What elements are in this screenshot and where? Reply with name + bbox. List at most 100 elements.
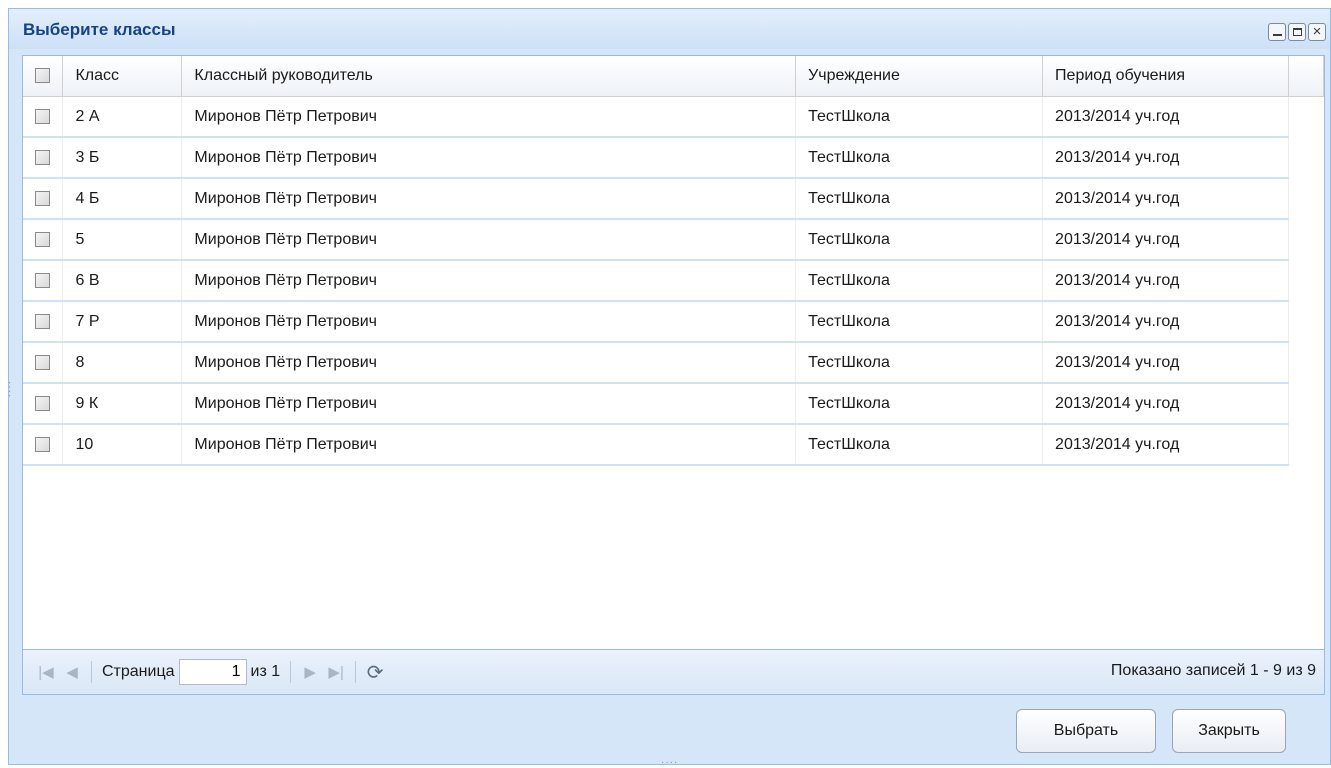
cell-class: 3 Б bbox=[62, 137, 183, 179]
cell-school: ТестШкола bbox=[795, 137, 1044, 179]
classes-grid: Класс Классный руководитель Учреждение П… bbox=[23, 56, 1325, 466]
cell-school: ТестШкола bbox=[795, 260, 1044, 302]
cell-spacer bbox=[1288, 178, 1324, 219]
table-row[interactable]: 6 В Миронов Пётр Петрович ТестШкола 2013/20… bbox=[23, 260, 1324, 302]
refresh-icon[interactable]: ⟳ bbox=[362, 660, 388, 685]
table-row[interactable]: 2 А Миронов Пётр Петрович ТестШкола 2013/20… bbox=[23, 96, 1324, 138]
row-checkbox[interactable] bbox=[35, 354, 51, 370]
cell-teacher: Миронов Пётр Петрович bbox=[181, 383, 797, 425]
cell-period: 2013/2014 уч.год bbox=[1042, 96, 1289, 138]
cell-period: 2013/2014 уч.год bbox=[1042, 260, 1289, 302]
cell-school: ТестШкола bbox=[795, 219, 1044, 261]
cell-period: 2013/2014 уч.год bbox=[1042, 137, 1289, 179]
cell-spacer bbox=[1288, 342, 1324, 383]
cell-spacer bbox=[1288, 424, 1324, 465]
column-header-teacher[interactable]: Классный руководитель bbox=[181, 56, 797, 97]
cell-spacer bbox=[1288, 137, 1324, 178]
row-checkbox[interactable] bbox=[35, 108, 51, 124]
window-tools: × bbox=[1268, 23, 1326, 41]
row-checkbox-cell[interactable] bbox=[23, 178, 64, 220]
table-row[interactable]: 10 Миронов Пётр Петрович ТестШкола 2013/201… bbox=[23, 424, 1324, 466]
cell-period: 2013/2014 уч.год bbox=[1042, 301, 1289, 343]
cell-school: ТестШкола bbox=[795, 342, 1044, 384]
cell-period: 2013/2014 уч.год bbox=[1042, 383, 1289, 425]
resize-handle-bottom[interactable]: ···· bbox=[661, 758, 678, 768]
cell-period: 2013/2014 уч.год bbox=[1042, 342, 1289, 384]
cell-class: 9 К bbox=[62, 383, 183, 425]
row-checkbox-cell[interactable] bbox=[23, 137, 64, 179]
row-checkbox-cell[interactable] bbox=[23, 301, 64, 343]
column-header-period[interactable]: Период обучения bbox=[1042, 56, 1289, 97]
window-title: Выберите классы bbox=[23, 20, 176, 39]
classes-grid-panel: Класс Классный руководитель Учреждение П… bbox=[22, 55, 1325, 695]
column-header-class[interactable]: Класс bbox=[62, 56, 183, 97]
table-row[interactable]: 4 Б Миронов Пётр Петрович ТестШкола 2013/20… bbox=[23, 178, 1324, 220]
cell-class: 5 bbox=[62, 219, 183, 261]
row-checkbox-cell[interactable] bbox=[23, 219, 64, 261]
cell-school: ТестШкола bbox=[795, 96, 1044, 138]
cell-teacher: Миронов Пётр Петрович bbox=[181, 342, 797, 384]
column-header-school[interactable]: Учреждение bbox=[795, 56, 1044, 97]
toolbar-separator bbox=[290, 661, 292, 683]
cell-teacher: Миронов Пётр Петрович bbox=[181, 219, 797, 261]
paging-toolbar: |◀ ◀ Страница из 1 ▶ ▶| ⟳ Показано запис… bbox=[23, 649, 1324, 694]
cell-teacher: Миронов Пётр Петрович bbox=[181, 424, 797, 466]
cell-school: ТестШкола bbox=[795, 424, 1044, 466]
window-titlebar[interactable]: Выберите классы × bbox=[9, 9, 1330, 49]
cell-spacer bbox=[1288, 260, 1324, 301]
records-count: Показано записей 1 - 9 из 9 bbox=[1110, 662, 1316, 679]
cell-teacher: Миронов Пётр Петрович bbox=[181, 260, 797, 302]
close-button[interactable]: Закрыть bbox=[1172, 709, 1286, 753]
table-row[interactable]: 3 Б Миронов Пётр Петрович ТестШкола 2013/20… bbox=[23, 137, 1324, 179]
row-checkbox[interactable] bbox=[35, 190, 51, 206]
select-classes-window: ···· ···· ···· Выберите классы × Класс К… bbox=[4, 6, 1331, 768]
page-number-input[interactable] bbox=[178, 659, 247, 685]
row-checkbox[interactable] bbox=[35, 395, 51, 411]
grid-header-row: Класс Классный руководитель Учреждение П… bbox=[23, 56, 1325, 97]
maximize-icon[interactable] bbox=[1288, 23, 1306, 41]
cell-period: 2013/2014 уч.год bbox=[1042, 219, 1289, 261]
last-page-icon[interactable]: ▶| bbox=[323, 663, 349, 681]
close-icon[interactable]: × bbox=[1308, 23, 1326, 41]
cell-teacher: Миронов Пётр Петрович bbox=[181, 301, 797, 343]
prev-page-icon[interactable]: ◀ bbox=[59, 663, 85, 681]
page-label: Страница bbox=[102, 663, 175, 680]
row-checkbox[interactable] bbox=[35, 231, 51, 247]
cell-spacer bbox=[1288, 219, 1324, 260]
cell-school: ТестШкола bbox=[795, 383, 1044, 425]
row-checkbox[interactable] bbox=[35, 149, 51, 165]
row-checkbox[interactable] bbox=[35, 313, 51, 329]
cell-class: 7 Р bbox=[62, 301, 183, 343]
row-checkbox-cell[interactable] bbox=[23, 96, 64, 138]
table-row[interactable]: 8 Миронов Пётр Петрович ТестШкола 2013/2014… bbox=[23, 342, 1324, 384]
cell-class: 4 Б bbox=[62, 178, 183, 220]
cell-class: 10 bbox=[62, 424, 183, 466]
toolbar-separator bbox=[355, 661, 357, 683]
cell-class: 8 bbox=[62, 342, 183, 384]
toolbar-separator bbox=[91, 661, 92, 683]
row-checkbox[interactable] bbox=[35, 436, 51, 452]
minimize-icon[interactable] bbox=[1268, 23, 1286, 41]
table-row[interactable]: 5 Миронов Пётр Петрович ТестШкола 2013/2014… bbox=[23, 219, 1324, 261]
select-all-checkbox-cell[interactable] bbox=[23, 56, 64, 97]
row-checkbox-cell[interactable] bbox=[23, 424, 64, 466]
cell-period: 2013/2014 уч.год bbox=[1042, 424, 1289, 466]
cell-teacher: Миронов Пётр Петрович bbox=[181, 178, 797, 220]
first-page-icon[interactable]: |◀ bbox=[33, 663, 59, 681]
cell-teacher: Миронов Пётр Петрович bbox=[181, 96, 797, 138]
select-button[interactable]: Выбрать bbox=[1016, 709, 1156, 753]
row-checkbox-cell[interactable] bbox=[23, 342, 64, 384]
cell-class: 2 А bbox=[62, 96, 183, 138]
resize-handle-left[interactable]: ···· bbox=[4, 381, 15, 398]
cell-spacer bbox=[1288, 96, 1324, 137]
table-row[interactable]: 7 Р Миронов Пётр Петрович ТестШкола 2013/20… bbox=[23, 301, 1324, 343]
next-page-icon[interactable]: ▶ bbox=[297, 663, 323, 681]
page-of-label: из 1 bbox=[250, 663, 281, 680]
row-checkbox[interactable] bbox=[35, 272, 51, 288]
select-all-checkbox[interactable] bbox=[35, 68, 51, 84]
cell-spacer bbox=[1288, 301, 1324, 342]
column-header-spacer bbox=[1288, 56, 1325, 97]
row-checkbox-cell[interactable] bbox=[23, 383, 64, 425]
row-checkbox-cell[interactable] bbox=[23, 260, 64, 302]
table-row[interactable]: 9 К Миронов Пётр Петрович ТестШкола 2013/20… bbox=[23, 383, 1324, 425]
